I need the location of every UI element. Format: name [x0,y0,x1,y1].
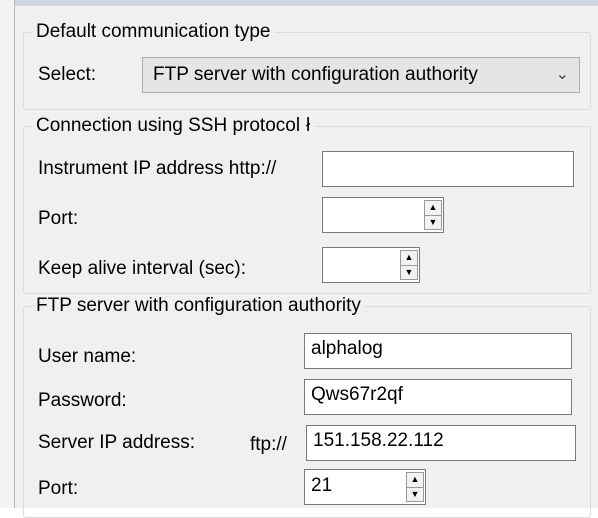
ftp-port-label: Port: [38,478,79,499]
keepalive-label: Keep alive interval (sec): [38,258,247,279]
ssh-title: Connection using SSH protocol ł [32,114,315,138]
password-input[interactable]: Qws67r2qf [304,379,572,415]
title-artifact-icon: ł [306,115,311,136]
spin-down-icon[interactable]: ▼ [425,216,441,230]
default-comm-group: Default communication type Select: FTP s… [23,20,591,110]
comm-type-value: FTP server with configuration authority [153,64,478,85]
select-label: Select: [38,64,97,85]
password-label: Password: [38,390,127,411]
ftp-group: FTP server with configuration authority … [23,294,591,518]
spin-up-icon[interactable]: ▲ [425,201,441,216]
spin-up-icon[interactable]: ▲ [407,473,423,488]
window-left-edge [0,0,15,508]
user-name-label: User name: [38,346,137,367]
default-comm-title: Default communication type [32,20,275,44]
server-ip-input[interactable]: 151.158.22.112 [306,425,576,461]
spin-down-icon[interactable]: ▼ [407,488,423,502]
comm-type-dropdown[interactable]: FTP server with configuration authority … [142,57,580,93]
ftp-port-spinner[interactable]: 21 ▲ ▼ [304,469,426,505]
ssh-port-spinner[interactable]: ▲ ▼ [322,197,444,233]
ftp-port-value: 21 [311,475,333,496]
keepalive-spinner[interactable]: ▲ ▼ [322,247,420,283]
chevron-down-icon: ⌄ [555,66,569,83]
server-ip-prefix: ftp:// [250,434,287,455]
instrument-ip-input[interactable] [322,151,574,187]
spin-up-icon[interactable]: ▲ [401,251,417,266]
settings-panel: Default communication type Select: FTP s… [15,6,598,518]
ssh-group: Connection using SSH protocol ł Instrumen… [23,114,591,294]
ssh-port-label: Port: [38,208,79,229]
ftp-title: FTP server with configuration authority [32,294,365,318]
server-ip-label: Server IP address: [38,432,196,453]
user-name-input[interactable]: alphalog [304,333,572,369]
instrument-ip-label: Instrument IP address http:// [38,158,277,179]
spin-down-icon[interactable]: ▼ [401,266,417,280]
